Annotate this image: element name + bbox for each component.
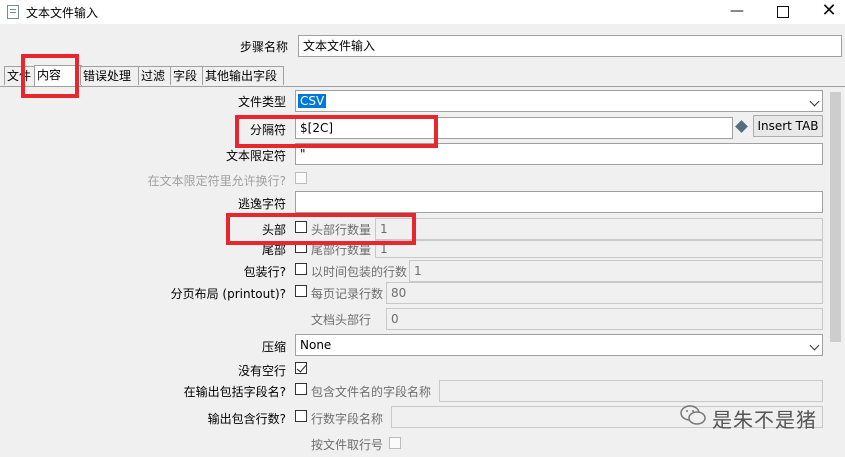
tab-other-output-fields[interactable]: 其他输出字段 — [202, 66, 284, 85]
compression-select[interactable]: None — [295, 334, 823, 356]
tab-error-handling[interactable]: 错误处理 — [80, 66, 140, 85]
allow-breaks-checkbox[interactable] — [295, 172, 307, 184]
header-rows-label: 头部行数量 — [311, 223, 372, 237]
footer-label: 尾部 — [261, 243, 286, 257]
wrapped-lines-input[interactable]: 1 — [409, 260, 823, 282]
rows-per-page-label: 每页记录行数 — [311, 287, 384, 301]
tab-content[interactable]: 内容 — [34, 65, 82, 86]
header-label: 头部 — [261, 223, 286, 237]
separator-input[interactable]: $[2C] — [295, 117, 733, 139]
tab-filter[interactable]: 过滤 — [138, 66, 172, 85]
file-type-label: 文件类型 — [237, 95, 286, 109]
no-empty-rows-checkbox[interactable] — [295, 362, 307, 374]
filename-field-label: 包含文件名的字段名称 — [311, 385, 432, 399]
wrapped-lines-label: 以时间包装的行数 — [311, 265, 408, 279]
enclosure-label: 文本限定符 — [225, 149, 286, 163]
separator-label: 分隔符 — [249, 123, 286, 137]
watermark-text: 是朱不是猪 — [712, 408, 817, 432]
rownum-per-file-checkbox[interactable] — [389, 437, 401, 449]
scrollbar-thumb[interactable] — [830, 92, 841, 342]
filename-field-input[interactable] — [439, 380, 823, 402]
header-rows-input[interactable]: 1 — [375, 218, 823, 240]
include-rownum-label: 输出包含行数? — [207, 412, 286, 426]
include-filename-label: 在输出包括字段名? — [183, 385, 286, 399]
no-empty-rows-label: 没有空行 — [237, 364, 286, 378]
allow-breaks-label: 在文本限定符里允许换行? — [147, 174, 286, 188]
chevron-down-icon — [809, 340, 820, 351]
window-title: 文本文件输入 — [26, 6, 99, 20]
doc-header-input[interactable]: 0 — [386, 308, 823, 330]
layout-label: 分页布局 (printout)? — [170, 287, 286, 301]
rownum-field-label: 行数字段名称 — [311, 412, 384, 426]
app-icon — [7, 5, 19, 19]
footer-checkbox[interactable] — [295, 241, 307, 253]
step-name-label: 步骤名称 — [240, 40, 289, 54]
rownum-per-file-label: 按文件取行号 — [311, 438, 384, 452]
escape-label: 逃逸字符 — [237, 197, 286, 211]
wrapped-label: 包装行? — [243, 265, 286, 279]
tab-file[interactable]: 文件 — [4, 66, 38, 85]
footer-rows-input[interactable]: 1 — [375, 240, 823, 258]
compression-value: None — [300, 338, 332, 352]
tab-fields[interactable]: 字段 — [170, 66, 204, 85]
wechat-logo-icon — [680, 404, 706, 426]
doc-header-label: 文档头部行 — [311, 313, 372, 327]
maximize-button[interactable] — [760, 0, 806, 24]
layout-checkbox[interactable] — [295, 285, 307, 297]
footer-rows-label: 尾部行数量 — [311, 243, 372, 257]
rows-per-page-input[interactable]: 80 — [386, 282, 823, 304]
file-type-value: CSV — [298, 94, 327, 108]
close-button[interactable]: ✕ — [806, 0, 845, 24]
file-type-select[interactable]: CSV — [295, 90, 823, 112]
chevron-down-icon — [809, 96, 820, 107]
include-rownum-checkbox[interactable] — [295, 410, 307, 422]
enclosure-input[interactable]: " — [295, 143, 823, 165]
wrapped-checkbox[interactable] — [295, 263, 307, 275]
insert-tab-button[interactable]: Insert TAB — [753, 115, 823, 137]
compression-label: 压缩 — [261, 340, 286, 354]
include-filename-checkbox[interactable] — [295, 383, 307, 395]
minimize-button[interactable]: — — [714, 0, 760, 24]
escape-input[interactable] — [295, 191, 823, 213]
step-name-input[interactable]: 文本文件输入 — [298, 35, 842, 57]
header-checkbox[interactable] — [295, 221, 307, 233]
